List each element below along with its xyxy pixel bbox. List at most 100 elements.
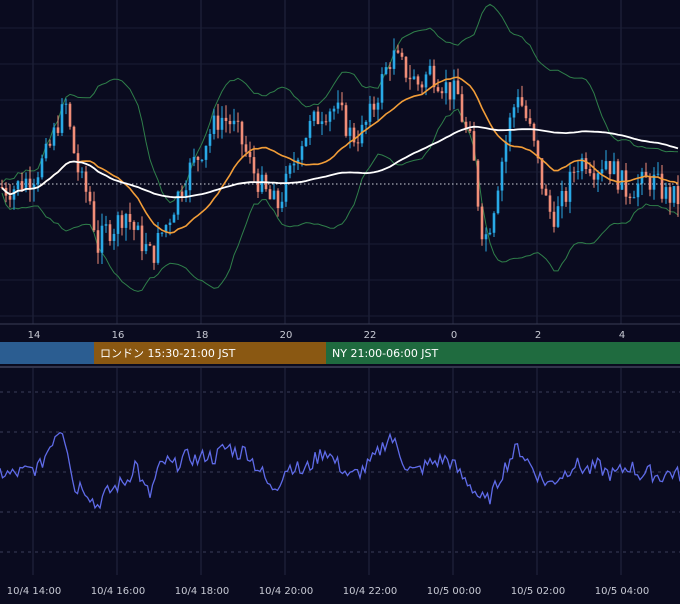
session-bar: ロンドン 15:30-21:00 JST NY 21:00-06:00 JST (0, 342, 680, 364)
candle-body (84, 171, 88, 192)
candle-body (268, 189, 272, 200)
price-x-axis: 14 16 18 20 22 0 2 4 (0, 323, 680, 342)
candle-body (208, 133, 212, 146)
candle-body (312, 111, 316, 121)
candle-body (8, 195, 12, 200)
candle-body (588, 169, 592, 174)
osc-x-tick-label: 10/4 18:00 (175, 586, 229, 597)
candle-body (156, 233, 160, 263)
candle-body (280, 201, 284, 209)
candle-body (48, 143, 52, 146)
candle-body (408, 77, 412, 80)
candle-body (344, 105, 348, 136)
candle-body (148, 244, 152, 246)
candle-body (568, 171, 572, 202)
candle-body (528, 118, 532, 124)
candle-body (404, 56, 408, 78)
candle-body (20, 181, 24, 190)
oscillator-panel[interactable] (0, 368, 680, 575)
candle-body (620, 170, 624, 190)
candle-body (364, 121, 368, 125)
price-x-tick-label: 2 (535, 330, 541, 341)
osc-x-tick-label: 10/5 04:00 (595, 586, 649, 597)
candle-body (648, 177, 652, 190)
candle-body (608, 161, 612, 175)
candle-body (128, 214, 132, 222)
chart-workspace: 14 16 18 20 22 0 2 4 ロンドン 15:30-21:00 JST NY 21… (0, 0, 680, 600)
candle-body (304, 137, 308, 147)
chart-canvas[interactable]: 14 16 18 20 22 0 2 4 ロンドン 15:30-21:00 JST NY 21… (0, 0, 680, 600)
candle-body (188, 162, 192, 191)
candle-body (124, 214, 128, 228)
candle-body (284, 173, 288, 202)
candle-body (184, 190, 188, 197)
candle-body (396, 50, 400, 53)
candle-body (92, 201, 96, 231)
candle-body (596, 173, 600, 180)
candle-body (216, 115, 220, 130)
candle-body (176, 191, 180, 215)
candle-body (36, 177, 40, 185)
candle-body (80, 171, 84, 173)
candle-body (72, 126, 76, 154)
candle-body (192, 156, 196, 163)
candle-body (448, 82, 452, 100)
candle-body (524, 105, 528, 119)
candle-body (40, 158, 44, 178)
candle-body (356, 142, 360, 144)
candle-body (100, 225, 104, 253)
price-panel[interactable] (0, 0, 680, 324)
oscillator-line (0, 431, 680, 510)
candle-body (672, 186, 676, 203)
candle-body (556, 206, 560, 227)
candle-body (160, 232, 164, 234)
candle-body (172, 214, 176, 223)
candle-body (632, 197, 636, 199)
candle-body (628, 196, 632, 199)
candle-body (64, 103, 68, 105)
candle-body (136, 225, 140, 230)
candle-body (516, 97, 520, 108)
candle-body (460, 94, 464, 122)
candle-body (236, 120, 240, 122)
candle-body (200, 159, 204, 161)
candle-body (240, 121, 244, 145)
candle-body (624, 170, 628, 197)
candle-body (152, 245, 156, 263)
candle-body (428, 65, 432, 75)
candle-body (372, 103, 376, 110)
candle-body (412, 76, 416, 80)
candle-body (384, 67, 388, 75)
candle-body (108, 224, 112, 241)
candle-body (492, 213, 496, 233)
candlesticks (0, 38, 680, 270)
candle-body (96, 230, 100, 253)
candle-body (512, 107, 516, 118)
candle-body (576, 171, 580, 173)
price-x-tick-label: 20 (280, 330, 293, 341)
price-x-tick-label: 0 (451, 330, 457, 341)
candle-body (144, 244, 148, 252)
x-axis-background (0, 324, 680, 342)
candle-body (28, 178, 32, 190)
candle-body (228, 121, 232, 125)
candle-body (116, 215, 120, 234)
candle-body (132, 221, 136, 230)
candle-body (664, 187, 668, 199)
candle-body (120, 215, 124, 228)
candle-body (584, 158, 588, 170)
candle-body (668, 187, 672, 203)
candle-body (656, 173, 660, 175)
price-x-tick-label: 16 (112, 330, 125, 341)
candle-body (440, 91, 444, 94)
candle-body (376, 102, 380, 110)
candle-body (204, 145, 208, 160)
candle-body (604, 161, 608, 170)
candle-body (480, 206, 484, 240)
candle-body (252, 157, 256, 174)
candle-body (676, 186, 680, 205)
candle-body (56, 127, 60, 133)
candle-body (488, 232, 492, 235)
price-x-tick-label: 18 (196, 330, 209, 341)
candle-body (380, 74, 384, 103)
